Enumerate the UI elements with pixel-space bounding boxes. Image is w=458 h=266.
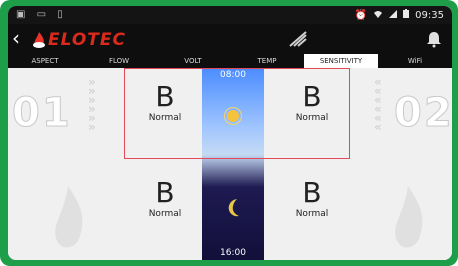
flame-watermark-left-icon <box>55 186 83 248</box>
battery-icon <box>403 9 410 21</box>
wifi-icon <box>373 10 383 21</box>
sensitivity-label: Normal <box>148 209 182 219</box>
status-time: 09:35 <box>415 9 444 21</box>
flame-watermark-right-icon <box>395 186 423 248</box>
chevrons-right-icon: «««««« <box>374 75 382 134</box>
sensitivity-cell-day-left[interactable]: B Normal <box>130 82 200 124</box>
sensitivity-cell-night-right[interactable]: B Normal <box>277 178 347 220</box>
app-bar: ‹ ELOTEC <box>8 24 452 54</box>
sensitivity-label: Normal <box>295 209 329 219</box>
tab-aspect[interactable]: ASPECT <box>8 54 82 68</box>
sensitivity-panel: 01 »»»»»» 02 «««««« 08:00 16:00 B Normal <box>8 68 452 260</box>
sensitivity-label: Normal <box>295 113 329 123</box>
chevrons-left-icon: »»»»»» <box>88 75 96 134</box>
sensitivity-cell-day-right[interactable]: B Normal <box>277 82 347 124</box>
satellite-icon[interactable] <box>288 30 308 48</box>
tab-sensitivity[interactable]: SENSITIVITY <box>304 54 378 68</box>
brand-name: ELOTEC <box>48 30 126 50</box>
back-icon[interactable]: ‹ <box>12 28 20 48</box>
sensitivity-value: B <box>155 176 175 209</box>
sensitivity-value: B <box>155 80 175 113</box>
status-bar: ▣ ▭ ▯ ⏰ 09:35 <box>8 6 452 24</box>
detector-number-right: 02 <box>394 90 452 137</box>
tab-flow[interactable]: FLOW <box>82 54 156 68</box>
sensitivity-label: Normal <box>148 113 182 123</box>
sensitivity-value: B <box>302 176 322 209</box>
tab-temp[interactable]: TEMP <box>230 54 304 68</box>
sensitivity-cell-night-left[interactable]: B Normal <box>130 178 200 220</box>
signal-icon <box>389 9 398 21</box>
device-frame: ▣ ▭ ▯ ⏰ 09:35 ‹ ELOTEC ASPECT FLOW VOLT … <box>0 0 458 266</box>
tab-volt[interactable]: VOLT <box>156 54 230 68</box>
bell-icon[interactable] <box>426 30 442 48</box>
moon-icon <box>228 199 239 217</box>
status-right: ⏰ 09:35 <box>355 9 444 21</box>
detector-number-left: 01 <box>12 90 72 137</box>
status-notification-icons: ▣ ▭ ▯ <box>16 9 67 20</box>
tab-bar: ASPECT FLOW VOLT TEMP SENSITIVITY WiFi <box>8 54 452 68</box>
night-start-time: 16:00 <box>220 248 246 258</box>
tab-wifi[interactable]: WiFi <box>378 54 452 68</box>
alarm-icon: ⏰ <box>354 9 368 21</box>
sensitivity-value: B <box>302 80 322 113</box>
elotec-logo-icon <box>33 32 45 48</box>
phone-screen: ▣ ▭ ▯ ⏰ 09:35 ‹ ELOTEC ASPECT FLOW VOLT … <box>8 6 452 260</box>
